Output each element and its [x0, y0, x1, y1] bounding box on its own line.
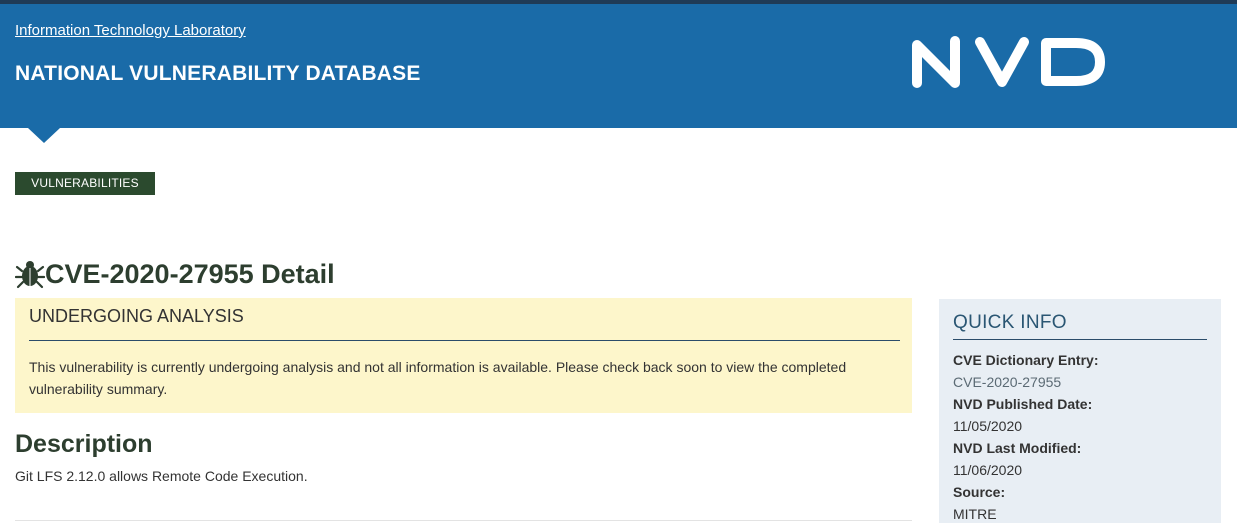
- cve-entry-label: CVE Dictionary Entry:: [953, 352, 1099, 368]
- page-title-row: CVE-2020-27955 Detail: [15, 258, 335, 290]
- published-date-label: NVD Published Date:: [953, 396, 1093, 412]
- page-title: CVE-2020-27955 Detail: [45, 258, 335, 289]
- last-modified-value: 11/06/2020: [953, 462, 1023, 478]
- description-heading: Description: [15, 430, 153, 458]
- itl-link[interactable]: Information Technology Laboratory: [15, 22, 246, 39]
- quick-info-panel: QUICK INFO CVE Dictionary Entry: CVE-202…: [939, 299, 1221, 523]
- source-value: MITRE: [953, 506, 997, 522]
- last-modified-label: NVD Last Modified:: [953, 440, 1082, 456]
- analysis-heading: UNDERGOING ANALYSIS: [29, 306, 244, 326]
- analysis-divider: [29, 340, 900, 341]
- source-label: Source:: [953, 484, 1006, 500]
- quick-info-heading: QUICK INFO: [953, 312, 1067, 333]
- site-header: Information Technology Laboratory NATION…: [0, 4, 1237, 128]
- site-title: NATIONAL VULNERABILITY DATABASE: [15, 62, 421, 85]
- published-date-value: 11/05/2020: [953, 418, 1023, 434]
- description-divider: [15, 520, 912, 521]
- quick-info-divider: [953, 339, 1207, 340]
- vulnerabilities-button[interactable]: VULNERABILITIES: [15, 172, 155, 195]
- analysis-notice: UNDERGOING ANALYSIS This vulnerability i…: [15, 298, 912, 413]
- header-pointer: [28, 128, 60, 143]
- cve-entry-link[interactable]: CVE-2020-27955: [953, 374, 1061, 390]
- analysis-text: This vulnerability is currently undergoi…: [29, 359, 847, 397]
- description-text: Git LFS 2.12.0 allows Remote Code Execut…: [15, 468, 308, 484]
- nvd-logo-icon[interactable]: [910, 34, 1110, 90]
- bug-icon: [15, 261, 45, 289]
